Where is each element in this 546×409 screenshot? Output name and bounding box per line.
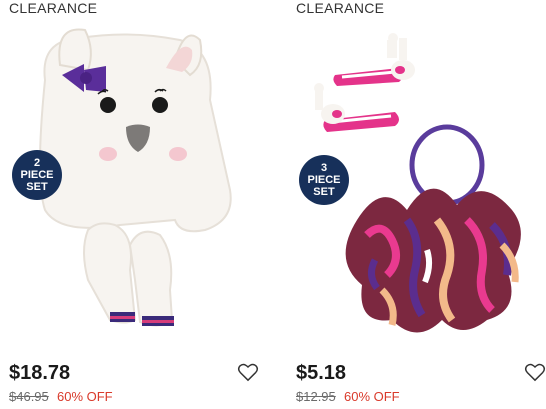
piece-set-badge: 2 PIECE SET [12,150,62,200]
heart-outline-icon[interactable] [524,362,546,382]
sale-price: $18.78 [9,362,71,384]
llama-hair-clip-icon [333,33,415,86]
left-mitten [83,222,137,324]
discount-label: 60% OFF [344,389,400,404]
korker-ribbon-bunch [345,188,521,333]
hat-left-ear [58,28,92,72]
clearance-tag: CLEARANCE [296,0,385,16]
clearance-tag: CLEARANCE [9,0,98,16]
discount-label: 60% OFF [57,389,113,404]
llama-hair-clip-icon [314,83,399,132]
product-card-hat-set[interactable]: CLEARANCE 2 PIECE SET $18.78 $46.95 60% … [0,0,265,409]
original-price: $46.95 [9,389,49,404]
original-price: $12.95 [296,389,336,404]
product-card-hair-set[interactable]: CLEARANCE 3 PIECE SET $5.18 $12.95 60% O… [287,0,546,409]
sale-price: $5.18 [296,362,347,384]
purple-elastic-band [409,124,485,206]
heart-outline-icon[interactable] [237,362,259,382]
right-mitten [128,230,174,327]
piece-set-badge: 3 PIECE SET [299,155,349,205]
